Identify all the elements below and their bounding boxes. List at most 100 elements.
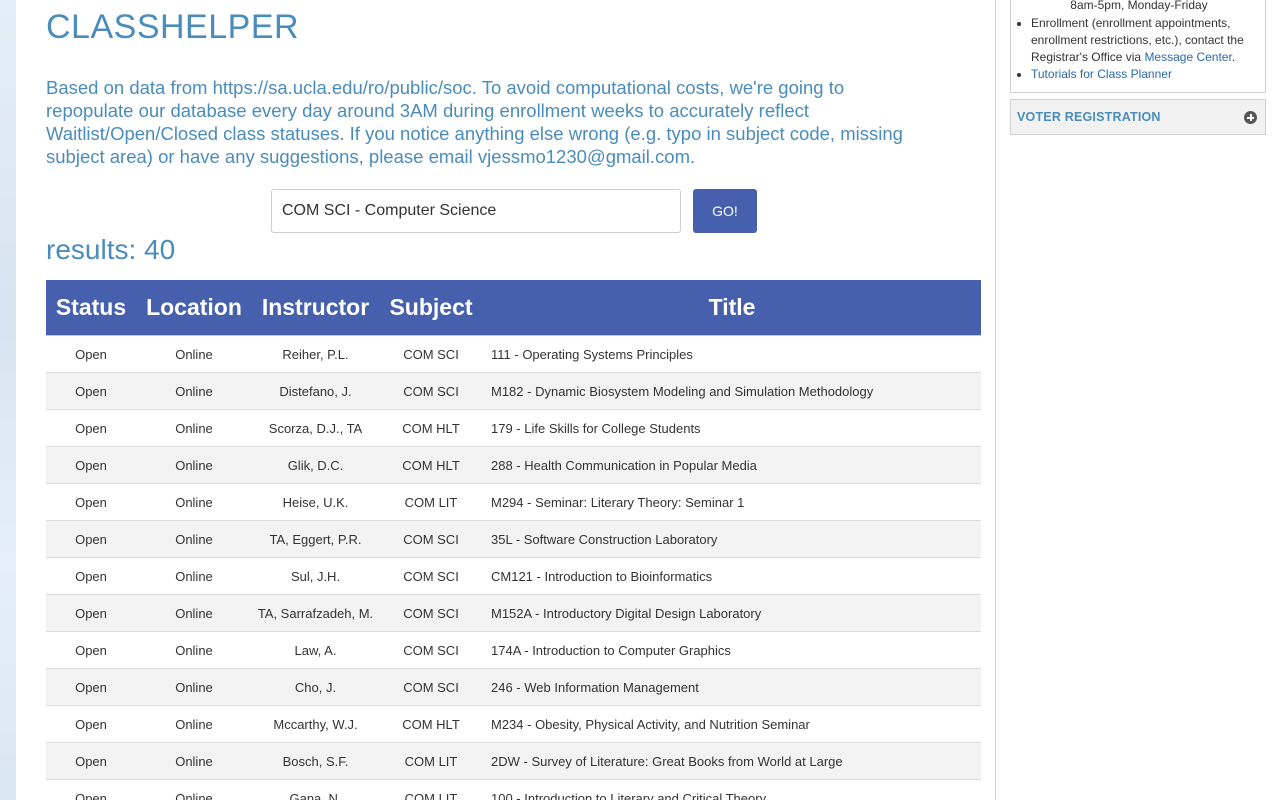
table-row: Open Online Scorza, D.J., TA COM HLT 179 - L… [46, 409, 981, 447]
tutorials-link[interactable]: Tutorials for Class Planner [1031, 67, 1172, 81]
enrollment-suffix: . [1231, 50, 1236, 64]
cell-status: Open [46, 705, 136, 743]
cell-instructor: Distefano, J. [252, 372, 379, 410]
cell-subject: COM SCI [379, 372, 483, 410]
cell-subject: COM SCI [379, 520, 483, 558]
main-content: CLASSHELPER Based on data from https://s… [16, 0, 996, 800]
column-header-location[interactable]: Location [136, 280, 252, 336]
column-header-title[interactable]: Title [483, 280, 981, 336]
cell-location: Online [136, 557, 252, 595]
list-item-tutorials: Tutorials for Class Planner [1031, 66, 1265, 83]
cell-title: 288 - Health Communication in Popular Me… [483, 446, 981, 484]
list-item-enrollment: Enrollment (enrollment appointments, enr… [1031, 15, 1265, 66]
column-header-status[interactable]: Status [46, 280, 136, 336]
cell-subject: COM SCI [379, 557, 483, 595]
column-header-instructor[interactable]: Instructor [252, 280, 379, 336]
cell-subject: COM SCI [379, 335, 483, 373]
table-row: Open Online TA, Sarrafzadeh, M. COM SCI M152… [46, 594, 981, 632]
cell-instructor: Law, A. [252, 631, 379, 669]
cell-subject: COM SCI [379, 594, 483, 632]
cell-instructor: TA, Sarrafzadeh, M. [252, 594, 379, 632]
cell-location: Online [136, 742, 252, 780]
cell-location: Online [136, 335, 252, 373]
table-header-row: Status Location Instructor Subject Title [46, 280, 981, 336]
cell-title: M234 - Obesity, Physical Activity, and N… [483, 705, 981, 743]
cell-status: Open [46, 446, 136, 484]
cell-location: Online [136, 668, 252, 706]
cell-title: 179 - Life Skills for College Students [483, 409, 981, 447]
table-row: Open Online Sul, J.H. COM SCI CM121 - Introd… [46, 557, 981, 595]
cell-subject: COM SCI [379, 631, 483, 669]
cell-location: Online [136, 372, 252, 410]
cell-subject: COM HLT [379, 409, 483, 447]
cell-status: Open [46, 631, 136, 669]
results-count: results: 40 [46, 234, 176, 265]
subject-search-input[interactable] [271, 189, 681, 233]
cell-subject: COM SCI [379, 668, 483, 706]
cell-title: M152A - Introductory Digital Design Labo… [483, 594, 981, 632]
sidebar: 8am-5pm, Monday-Friday Enrollment (enrol… [996, 0, 1280, 800]
table-row: Open Online Glik, D.C. COM HLT 288 - Health … [46, 446, 981, 484]
cell-location: Online [136, 409, 252, 447]
table-row: Open Online Bosch, S.F. COM LIT 2DW - Survey… [46, 742, 981, 780]
table-row: Open Online Reiher, P.L. COM SCI 111 - Opera… [46, 335, 981, 373]
cell-status: Open [46, 335, 136, 373]
cell-title: CM121 - Introduction to Bioinformatics [483, 557, 981, 595]
cell-instructor: Mccarthy, W.J. [252, 705, 379, 743]
table-row: Open Online TA, Eggert, P.R. COM SCI 35L - S… [46, 520, 981, 558]
cell-subject: COM LIT [379, 779, 483, 800]
table-row: Open Online Cho, J. COM SCI 246 - Web Inform… [46, 668, 981, 706]
cell-status: Open [46, 668, 136, 706]
cell-subject: COM HLT [379, 446, 483, 484]
page-background [0, 0, 16, 800]
cell-subject: COM HLT [379, 705, 483, 743]
cell-status: Open [46, 557, 136, 595]
cell-title: M294 - Seminar: Literary Theory: Seminar… [483, 483, 981, 521]
cell-title: 174A - Introduction to Computer Graphics [483, 631, 981, 669]
cell-title: 100 - Introduction to Literary and Criti… [483, 779, 981, 800]
go-button[interactable]: GO! [693, 189, 757, 233]
table-row: Open Online Heise, U.K. COM LIT M294 - Semin… [46, 483, 981, 521]
cell-status: Open [46, 742, 136, 780]
message-center-link[interactable]: Message Center [1144, 50, 1231, 64]
app-title: CLASSHELPER [46, 8, 300, 46]
cell-title: 2DW - Survey of Literature: Great Books … [483, 742, 981, 780]
cell-title: 246 - Web Information Management [483, 668, 981, 706]
cell-instructor: Cho, J. [252, 668, 379, 706]
registrar-info-box: 8am-5pm, Monday-Friday Enrollment (enrol… [1010, 0, 1266, 93]
column-header-subject[interactable]: Subject [379, 280, 483, 336]
cell-status: Open [46, 409, 136, 447]
table-row: Open Online Distefano, J. COM SCI M182 - Dyn… [46, 372, 981, 410]
cell-instructor: Scorza, D.J., TA [252, 409, 379, 447]
cell-location: Online [136, 779, 252, 800]
voter-registration-panel[interactable]: VOTER REGISTRATION [1010, 99, 1266, 135]
cell-subject: COM LIT [379, 742, 483, 780]
cell-title: 111 - Operating Systems Principles [483, 335, 981, 373]
table-row: Open Online Law, A. COM SCI 174A - Introduct… [46, 631, 981, 669]
results-table: Status Location Instructor Subject Title… [46, 280, 981, 800]
cell-status: Open [46, 372, 136, 410]
cell-subject: COM LIT [379, 483, 483, 521]
cell-instructor: Sul, J.H. [252, 557, 379, 595]
plus-circle-icon[interactable] [1244, 111, 1257, 124]
cell-instructor: Glik, D.C. [252, 446, 379, 484]
cell-instructor: Bosch, S.F. [252, 742, 379, 780]
info-list: Enrollment (enrollment appointments, enr… [1017, 15, 1265, 83]
cell-instructor: Gana, N. [252, 779, 379, 800]
cell-location: Online [136, 631, 252, 669]
table-row: Open Online Gana, N. COM LIT 100 - Introduct… [46, 779, 981, 800]
cell-title: 35L - Software Construction Laboratory [483, 520, 981, 558]
cell-instructor: Reiher, P.L. [252, 335, 379, 373]
intro-text: Based on data from https://sa.ucla.edu/r… [46, 77, 903, 167]
cell-location: Online [136, 520, 252, 558]
cell-title: M182 - Dynamic Biosystem Modeling and Si… [483, 372, 981, 410]
cell-location: Online [136, 446, 252, 484]
cell-status: Open [46, 483, 136, 521]
cell-location: Online [136, 705, 252, 743]
cell-status: Open [46, 520, 136, 558]
cell-instructor: Heise, U.K. [252, 483, 379, 521]
cell-location: Online [136, 594, 252, 632]
office-hours-text: 8am-5pm, Monday-Friday [1070, 0, 1208, 12]
cell-status: Open [46, 779, 136, 800]
cell-instructor: TA, Eggert, P.R. [252, 520, 379, 558]
